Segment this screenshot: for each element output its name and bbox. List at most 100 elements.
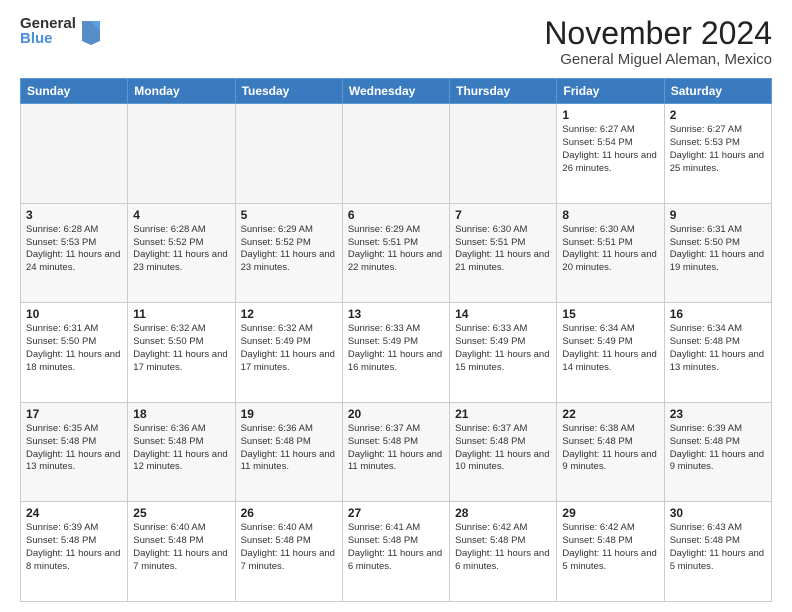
day-info: Sunrise: 6:30 AM Sunset: 5:51 PM Dayligh… [455, 224, 551, 275]
col-monday: Monday [128, 79, 235, 104]
day-number: 6 [348, 208, 444, 222]
day-info: Sunrise: 6:38 AM Sunset: 5:48 PM Dayligh… [562, 423, 658, 474]
day-number: 27 [348, 506, 444, 520]
calendar-cell: 29 Sunrise: 6:42 AM Sunset: 5:48 PM Dayli… [557, 502, 664, 602]
calendar-cell [342, 104, 449, 204]
calendar-cell: 5 Sunrise: 6:29 AM Sunset: 5:52 PM Daylig… [235, 203, 342, 303]
page: General Blue November 2024 General Migue… [0, 0, 792, 612]
calendar-cell: 1Sunrise: 6:27 AM Sunset: 5:54 PM Daylig… [557, 104, 664, 204]
day-info: Sunrise: 6:42 AM Sunset: 5:48 PM Dayligh… [455, 522, 551, 573]
day-info: Sunrise: 6:36 AM Sunset: 5:48 PM Dayligh… [241, 423, 337, 474]
calendar-cell: 25Sunrise: 6:40 AM Sunset: 5:48 PM Dayli… [128, 502, 235, 602]
logo-blue: Blue [20, 31, 76, 46]
calendar-cell: 26Sunrise: 6:40 AM Sunset: 5:48 PM Dayli… [235, 502, 342, 602]
day-info: Sunrise: 6:37 AM Sunset: 5:48 PM Dayligh… [455, 423, 551, 474]
day-info: Sunrise: 6:33 AM Sunset: 5:49 PM Dayligh… [455, 323, 551, 374]
day-number: 14 [455, 307, 551, 321]
day-number: 13 [348, 307, 444, 321]
col-saturday: Saturday [664, 79, 771, 104]
calendar-cell: 3 Sunrise: 6:28 AM Sunset: 5:53 PM Daylig… [21, 203, 128, 303]
logo-text: General Blue [20, 16, 76, 46]
title-block: November 2024 General Miguel Aleman, Mex… [544, 16, 772, 68]
logo-icon [80, 17, 102, 45]
day-number: 28 [455, 506, 551, 520]
calendar-cell: 15 Sunrise: 6:34 AM Sunset: 5:49 PM Dayli… [557, 303, 664, 403]
calendar-cell: 16 Sunrise: 6:34 AM Sunset: 5:48 PM Dayli… [664, 303, 771, 403]
day-info: Sunrise: 6:36 AM Sunset: 5:48 PM Dayligh… [133, 423, 229, 474]
day-info: Sunrise: 6:40 AM Sunset: 5:48 PM Dayligh… [133, 522, 229, 573]
calendar-cell [235, 104, 342, 204]
calendar-cell: 9Sunrise: 6:31 AM Sunset: 5:50 PM Daylig… [664, 203, 771, 303]
day-number: 22 [562, 407, 658, 421]
logo: General Blue [20, 16, 102, 46]
calendar-week-3: 17 Sunrise: 6:35 AM Sunset: 5:48 PM Dayli… [21, 402, 772, 502]
day-info: Sunrise: 6:35 AM Sunset: 5:48 PM Dayligh… [26, 423, 122, 474]
day-info: Sunrise: 6:40 AM Sunset: 5:48 PM Dayligh… [241, 522, 337, 573]
calendar-cell: 13Sunrise: 6:33 AM Sunset: 5:49 PM Dayli… [342, 303, 449, 403]
calendar-cell: 14 Sunrise: 6:33 AM Sunset: 5:49 PM Dayli… [450, 303, 557, 403]
calendar-cell: 18 Sunrise: 6:36 AM Sunset: 5:48 PM Dayli… [128, 402, 235, 502]
calendar-header-row: Sunday Monday Tuesday Wednesday Thursday… [21, 79, 772, 104]
day-number: 18 [133, 407, 229, 421]
header: General Blue November 2024 General Migue… [20, 16, 772, 68]
calendar-cell: 21Sunrise: 6:37 AM Sunset: 5:48 PM Dayli… [450, 402, 557, 502]
col-sunday: Sunday [21, 79, 128, 104]
day-number: 23 [670, 407, 766, 421]
day-number: 15 [562, 307, 658, 321]
day-number: 24 [26, 506, 122, 520]
day-number: 8 [562, 208, 658, 222]
day-number: 19 [241, 407, 337, 421]
location-title: General Miguel Aleman, Mexico [544, 51, 772, 68]
day-number: 17 [26, 407, 122, 421]
calendar-cell: 12Sunrise: 6:32 AM Sunset: 5:49 PM Dayli… [235, 303, 342, 403]
day-info: Sunrise: 6:28 AM Sunset: 5:53 PM Dayligh… [26, 224, 122, 275]
calendar-cell: 19 Sunrise: 6:36 AM Sunset: 5:48 PM Dayli… [235, 402, 342, 502]
calendar-cell [450, 104, 557, 204]
col-wednesday: Wednesday [342, 79, 449, 104]
day-number: 2 [670, 108, 766, 122]
calendar-week-0: 1Sunrise: 6:27 AM Sunset: 5:54 PM Daylig… [21, 104, 772, 204]
calendar-cell: 11 Sunrise: 6:32 AM Sunset: 5:50 PM Dayli… [128, 303, 235, 403]
logo-general: General [20, 16, 76, 31]
day-number: 20 [348, 407, 444, 421]
day-number: 1 [562, 108, 658, 122]
calendar-week-2: 10 Sunrise: 6:31 AM Sunset: 5:50 PM Dayli… [21, 303, 772, 403]
month-title: November 2024 [544, 16, 772, 51]
calendar-cell [128, 104, 235, 204]
day-number: 29 [562, 506, 658, 520]
calendar-cell [21, 104, 128, 204]
col-friday: Friday [557, 79, 664, 104]
calendar-cell: 2 Sunrise: 6:27 AM Sunset: 5:53 PM Daylig… [664, 104, 771, 204]
day-number: 5 [241, 208, 337, 222]
day-info: Sunrise: 6:31 AM Sunset: 5:50 PM Dayligh… [26, 323, 122, 374]
calendar-cell: 10 Sunrise: 6:31 AM Sunset: 5:50 PM Dayli… [21, 303, 128, 403]
day-info: Sunrise: 6:39 AM Sunset: 5:48 PM Dayligh… [26, 522, 122, 573]
calendar-cell: 8Sunrise: 6:30 AM Sunset: 5:51 PM Daylig… [557, 203, 664, 303]
col-thursday: Thursday [450, 79, 557, 104]
calendar-cell: 17 Sunrise: 6:35 AM Sunset: 5:48 PM Dayli… [21, 402, 128, 502]
day-number: 9 [670, 208, 766, 222]
calendar-cell: 30 Sunrise: 6:43 AM Sunset: 5:48 PM Dayli… [664, 502, 771, 602]
calendar-cell: 24 Sunrise: 6:39 AM Sunset: 5:48 PM Dayli… [21, 502, 128, 602]
day-info: Sunrise: 6:29 AM Sunset: 5:52 PM Dayligh… [241, 224, 337, 275]
calendar-cell: 22 Sunrise: 6:38 AM Sunset: 5:48 PM Dayli… [557, 402, 664, 502]
calendar-week-1: 3 Sunrise: 6:28 AM Sunset: 5:53 PM Daylig… [21, 203, 772, 303]
day-info: Sunrise: 6:37 AM Sunset: 5:48 PM Dayligh… [348, 423, 444, 474]
calendar-week-4: 24 Sunrise: 6:39 AM Sunset: 5:48 PM Dayli… [21, 502, 772, 602]
day-number: 16 [670, 307, 766, 321]
day-info: Sunrise: 6:34 AM Sunset: 5:49 PM Dayligh… [562, 323, 658, 374]
calendar-cell: 28 Sunrise: 6:42 AM Sunset: 5:48 PM Dayli… [450, 502, 557, 602]
day-info: Sunrise: 6:29 AM Sunset: 5:51 PM Dayligh… [348, 224, 444, 275]
day-info: Sunrise: 6:42 AM Sunset: 5:48 PM Dayligh… [562, 522, 658, 573]
day-info: Sunrise: 6:27 AM Sunset: 5:53 PM Dayligh… [670, 124, 766, 175]
day-info: Sunrise: 6:43 AM Sunset: 5:48 PM Dayligh… [670, 522, 766, 573]
day-info: Sunrise: 6:28 AM Sunset: 5:52 PM Dayligh… [133, 224, 229, 275]
col-tuesday: Tuesday [235, 79, 342, 104]
day-number: 30 [670, 506, 766, 520]
day-number: 3 [26, 208, 122, 222]
day-info: Sunrise: 6:32 AM Sunset: 5:50 PM Dayligh… [133, 323, 229, 374]
day-info: Sunrise: 6:34 AM Sunset: 5:48 PM Dayligh… [670, 323, 766, 374]
day-number: 4 [133, 208, 229, 222]
day-number: 11 [133, 307, 229, 321]
day-number: 10 [26, 307, 122, 321]
